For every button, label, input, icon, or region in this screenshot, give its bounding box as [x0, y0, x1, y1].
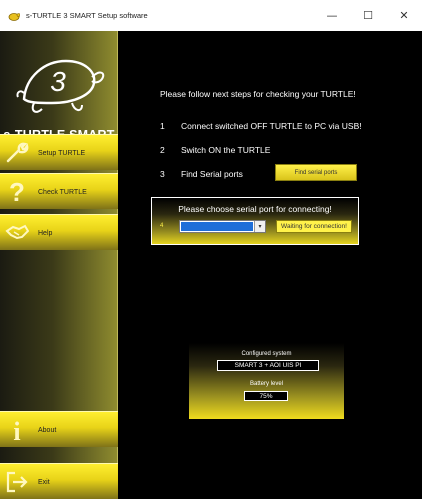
step-number: 3: [160, 169, 165, 179]
wrench-icon: [4, 140, 30, 166]
connection-status: Waiting for connection!: [276, 220, 352, 233]
chevron-down-icon[interactable]: ▾: [254, 221, 265, 232]
step-number: 4: [160, 223, 164, 229]
step-2: 2 Switch ON the TURTLE: [160, 145, 270, 155]
app-turtle-icon: [8, 12, 20, 21]
info-icon: i: [4, 417, 30, 443]
instructions-headline: Please follow next steps for checking yo…: [160, 89, 356, 99]
configured-system-label: Configured system: [241, 351, 292, 357]
nav-about[interactable]: i About: [0, 411, 118, 447]
battery-level-label: Battery level: [249, 381, 283, 387]
question-icon: ?: [4, 179, 30, 205]
step-3: 3 Find Serial ports: [160, 169, 243, 179]
step-number: 2: [160, 145, 165, 155]
main-panel: Please follow next steps for checking yo…: [118, 31, 422, 499]
serial-port-panel: Please choose serial port for connecting…: [151, 197, 359, 245]
nav-check-turtle[interactable]: ? Check TURTLE: [0, 173, 118, 209]
serial-port-dropdown[interactable]: ▾: [179, 220, 266, 233]
system-info-panel: Configured system SMART 3 + AOI UIS PI B…: [189, 343, 344, 419]
selected-port-value: [181, 222, 253, 231]
nav-label: Setup TURTLE: [38, 149, 86, 157]
turtle-logo-icon: 3: [16, 59, 105, 113]
handshake-icon: [4, 220, 30, 246]
nav-label: Check TURTLE: [38, 188, 87, 196]
nav-exit[interactable]: Exit: [0, 463, 118, 499]
sidebar: 3 s-TURTLE SMART Setup TURTLE ? Check TU…: [0, 31, 118, 499]
configured-system-value: SMART 3 + AOI UIS PI: [217, 360, 319, 371]
step-text: Find Serial ports: [181, 169, 243, 179]
port-panel-title: Please choose serial port for connecting…: [178, 204, 332, 214]
nav-label: About: [38, 426, 57, 434]
nav-label: Exit: [38, 478, 50, 486]
logo-number: 3: [50, 66, 66, 97]
svg-text:?: ?: [9, 179, 25, 205]
maximize-button[interactable]: ☐: [350, 0, 386, 31]
battery-level-value: 75%: [244, 391, 288, 401]
nav-label: Help: [38, 229, 53, 237]
exit-icon: [4, 469, 30, 495]
window-title: s-TURTLE 3 SMART Setup software: [26, 11, 148, 20]
step-1: 1 Connect switched OFF TURTLE to PC via …: [160, 121, 362, 131]
svg-text:i: i: [13, 417, 20, 443]
title-bar: s-TURTLE 3 SMART Setup software — ☐ ✕: [0, 0, 422, 31]
close-button[interactable]: ✕: [386, 0, 422, 31]
minimize-button[interactable]: —: [314, 0, 350, 31]
step-text: Connect switched OFF TURTLE to PC via US…: [181, 121, 362, 131]
find-serial-ports-button[interactable]: Find serial ports: [275, 164, 357, 181]
step-text: Switch ON the TURTLE: [181, 145, 271, 155]
nav-setup-turtle[interactable]: Setup TURTLE: [0, 134, 118, 170]
step-number: 1: [160, 121, 165, 131]
nav-help[interactable]: Help: [0, 214, 118, 250]
